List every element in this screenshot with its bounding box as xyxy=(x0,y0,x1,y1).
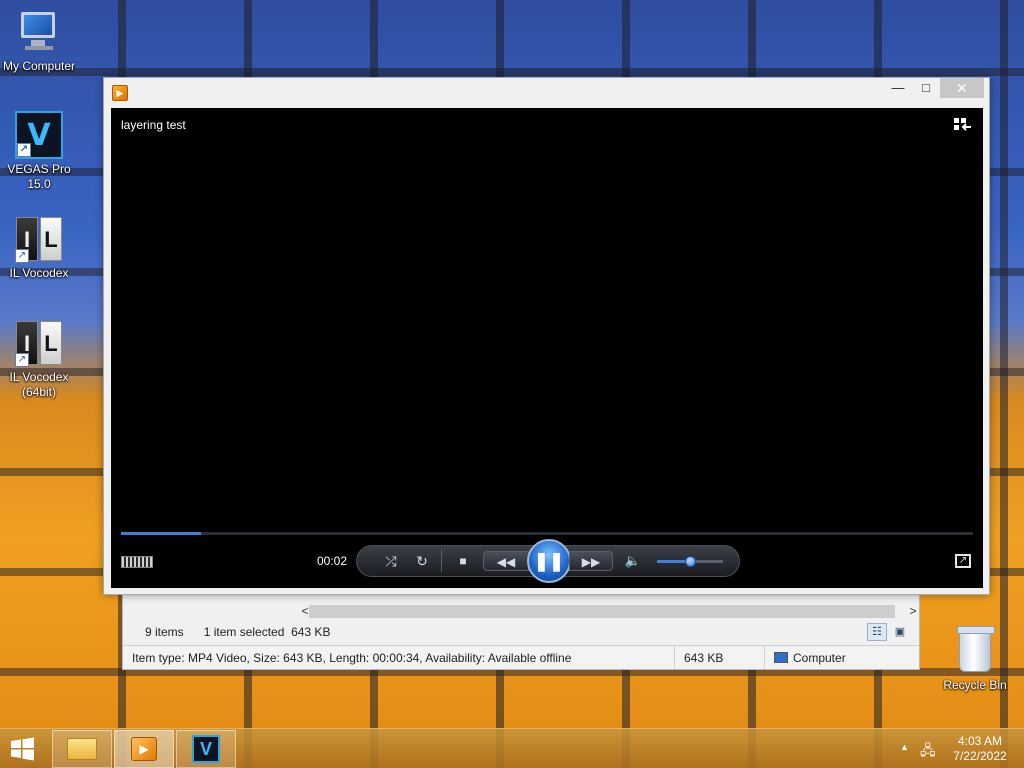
previous-button[interactable]: ◀◀ xyxy=(483,551,529,571)
shortcut-arrow-icon: ↗ xyxy=(15,353,29,367)
next-button[interactable]: ▶▶ xyxy=(569,551,613,571)
selection-size: 643 KB xyxy=(291,625,331,639)
start-button[interactable] xyxy=(6,737,38,761)
seek-bar[interactable] xyxy=(121,532,973,535)
clock-date: 7/22/2022 xyxy=(953,749,1007,763)
desktop-icon-vegas-pro[interactable]: V ↗ VEGAS Pro 15.0 xyxy=(0,111,78,192)
taskbar: ▶ V ▲ 🖧 4:03 AM 7/22/2022 xyxy=(0,728,1024,768)
media-player-icon: ▶ xyxy=(131,737,157,761)
details-bar: Item type: MP4 Video, Size: 643 KB, Leng… xyxy=(123,645,919,669)
media-title: layering test xyxy=(121,118,186,132)
stop-icon[interactable]: ■ xyxy=(453,551,473,571)
network-icon[interactable]: 🖧 xyxy=(920,740,936,764)
taskbar-vegas-pro[interactable]: V xyxy=(176,730,236,768)
clock[interactable]: 4:03 AM 7/22/2022 xyxy=(946,734,1014,764)
fullscreen-icon[interactable]: ↗ xyxy=(955,554,971,568)
shortcut-arrow-icon: ↗ xyxy=(17,143,31,157)
desktop-icon-recycle-bin[interactable]: Recycle Bin xyxy=(940,626,1010,692)
large-icons-view-button[interactable]: ▣ xyxy=(890,623,910,641)
close-button[interactable]: ✕ xyxy=(940,78,984,98)
explorer-status-bar: 9 items 1 item selected 643 KB xyxy=(131,621,915,643)
selection-text: 1 item selected 643 KB xyxy=(203,625,331,639)
desktop-icon-label: IL Vocodex (64bit) xyxy=(9,370,69,399)
explorer-window: < > 9 items 1 item selected 643 KB ☷ ▣ I… xyxy=(122,592,920,670)
details-size: 643 KB xyxy=(675,646,765,669)
repeat-icon[interactable]: ↻ xyxy=(412,551,432,571)
desktop-icon-label: VEGAS Pro 15.0 xyxy=(7,162,71,191)
show-hidden-icons-icon[interactable]: ▲ xyxy=(900,742,909,752)
taskbar-media-player[interactable]: ▶ xyxy=(114,730,174,768)
clock-time: 4:03 AM xyxy=(957,734,1003,748)
desktop-icon-label: IL Vocodex xyxy=(9,266,69,280)
switch-to-library-icon[interactable] xyxy=(953,116,973,134)
volume-slider[interactable] xyxy=(657,556,723,567)
playback-controls: ⤮ ↻ ■ ◀◀ ❚❚ ▶▶ 🔈 xyxy=(356,539,740,583)
scrollbar-thumb[interactable] xyxy=(309,605,895,618)
computer-small-icon xyxy=(774,652,788,663)
item-count: 9 items xyxy=(145,625,184,639)
il-vocodex-icon: I L ↗ xyxy=(15,215,63,263)
media-player-app-icon[interactable]: ▶ xyxy=(112,85,128,101)
horizontal-scrollbar[interactable]: < > xyxy=(131,603,917,619)
desktop-icon-label: My Computer xyxy=(2,59,76,73)
maximize-button[interactable]: □ xyxy=(912,78,940,98)
scroll-right-button[interactable]: > xyxy=(905,603,921,619)
title-bar[interactable]: ▶ — □ ✕ xyxy=(104,78,989,108)
desktop-icon-my-computer[interactable]: My Computer xyxy=(0,8,78,74)
vegas-pro-icon: V xyxy=(192,735,220,763)
vegas-pro-icon: V ↗ xyxy=(15,111,63,159)
mute-speaker-icon[interactable]: 🔈 xyxy=(623,551,643,571)
folder-icon xyxy=(67,738,97,760)
volume-knob[interactable] xyxy=(685,556,696,567)
location-cell: Computer xyxy=(765,646,915,669)
taskbar-file-explorer[interactable] xyxy=(52,730,112,768)
separator xyxy=(441,550,442,572)
shortcut-arrow-icon: ↗ xyxy=(15,249,29,263)
location-label: Computer xyxy=(793,650,846,665)
video-area[interactable]: layering test 00:02 ⤮ ↻ ■ ◀◀ ❚❚ ▶▶ 🔈 ↗ xyxy=(111,108,983,588)
pause-button[interactable]: ❚❚ xyxy=(527,539,571,583)
computer-icon xyxy=(15,8,63,56)
desktop-icon-il-vocodex-64bit[interactable]: I L ↗ IL Vocodex (64bit) xyxy=(0,319,78,400)
desktop-icon-il-vocodex[interactable]: I L ↗ IL Vocodex xyxy=(0,215,78,281)
desktop-icon-label: Recycle Bin xyxy=(943,678,1007,692)
il-vocodex-64bit-icon: I L ↗ xyxy=(15,319,63,367)
media-player-window: ▶ — □ ✕ layering test 00:02 ⤮ ↻ ■ ◀◀ ❚❚ xyxy=(103,77,990,595)
minimize-button[interactable]: — xyxy=(884,78,912,98)
item-details: Item type: MP4 Video, Size: 643 KB, Leng… xyxy=(123,646,675,669)
details-view-button[interactable]: ☷ xyxy=(867,623,887,641)
equalizer-icon[interactable] xyxy=(121,556,153,568)
recycle-bin-icon xyxy=(957,626,995,672)
elapsed-time: 00:02 xyxy=(317,554,348,568)
windows-logo-icon xyxy=(11,737,34,761)
seek-progress xyxy=(121,532,202,535)
shuffle-icon[interactable]: ⤮ xyxy=(381,551,401,571)
